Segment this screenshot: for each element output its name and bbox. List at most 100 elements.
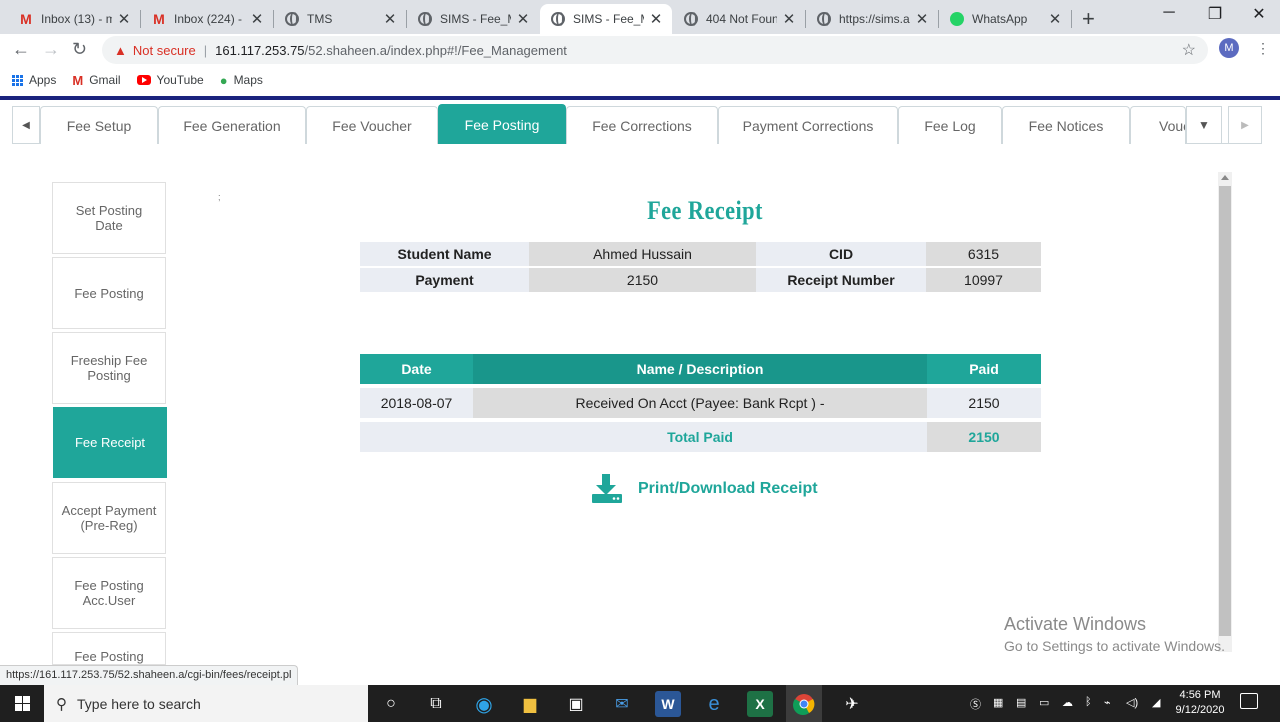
task-view-icon[interactable]: ⧉ bbox=[423, 691, 449, 717]
tab-fee-corrections[interactable]: Fee Corrections bbox=[566, 106, 718, 144]
start-button[interactable] bbox=[0, 685, 44, 722]
word-icon[interactable]: W bbox=[655, 691, 681, 717]
browser-tab[interactable]: SIMS - Fee_Ma ✕ bbox=[407, 4, 539, 34]
window-close-icon[interactable]: ✕ bbox=[1236, 4, 1280, 24]
browser-tab[interactable]: https://sims.ar ✕ bbox=[806, 4, 938, 34]
taskbar-search[interactable]: ⚲ Type here to search bbox=[44, 685, 368, 722]
tab-fee-notices[interactable]: Fee Notices bbox=[1002, 106, 1130, 144]
wifi-icon[interactable]: ◢ bbox=[1152, 696, 1160, 709]
close-icon[interactable]: ✕ bbox=[648, 10, 664, 28]
bookmark-star-icon[interactable]: ☆ bbox=[1182, 40, 1196, 60]
minimize-icon[interactable]: ─ bbox=[1146, 4, 1192, 22]
bookmark-apps[interactable]: Apps bbox=[12, 73, 56, 87]
restore-icon[interactable]: ❐ bbox=[1192, 4, 1238, 24]
browser-tab-title: https://sims.ar bbox=[839, 12, 910, 26]
browser-tab-active[interactable]: SIMS - Fee_Ma ✕ bbox=[540, 4, 672, 34]
table-row: 2018-08-07 Received On Acct (Payee: Bank… bbox=[360, 388, 1041, 418]
tab-scroll-left-icon[interactable]: ◀ bbox=[12, 106, 40, 144]
sidebar-item-fee-receipt[interactable]: Fee Receipt bbox=[53, 407, 167, 478]
print-download-label: Print/Download Receipt bbox=[638, 480, 818, 497]
sidebar-item-accept-payment[interactable]: Accept Payment (Pre-Reg) bbox=[52, 482, 166, 554]
student-name-value: Ahmed Hussain bbox=[529, 242, 756, 266]
table-row: Student Name Ahmed Hussain CID 6315 bbox=[360, 242, 1041, 266]
sidebar-item-fee-posting-2[interactable]: Fee Posting bbox=[52, 632, 166, 665]
sidebar-item-fee-posting[interactable]: Fee Posting bbox=[52, 257, 166, 329]
globe-icon bbox=[683, 11, 699, 27]
table-header-row: Date Name / Description Paid bbox=[360, 354, 1041, 384]
bluetooth-icon[interactable]: ᛒ bbox=[1085, 696, 1092, 708]
browser-tab[interactable]: 404 Not Found ✕ bbox=[673, 4, 805, 34]
sidebar-item-set-posting-date[interactable]: Set Posting Date bbox=[52, 182, 166, 254]
print-download-receipt-link[interactable]: Print/Download Receipt bbox=[590, 474, 818, 504]
youtube-icon bbox=[136, 75, 151, 85]
tabs-dropdown-caret-icon[interactable]: ▼ bbox=[1186, 106, 1222, 144]
tab-fee-voucher[interactable]: Fee Voucher bbox=[306, 106, 438, 144]
profile-avatar[interactable]: M bbox=[1219, 38, 1239, 58]
apps-grid-icon bbox=[12, 74, 23, 86]
browser-tab[interactable]: WhatsApp ✕ bbox=[939, 4, 1071, 34]
browser-tab[interactable]: M Inbox (13) - m ✕ bbox=[8, 4, 140, 34]
tab-fee-posting[interactable]: Fee Posting bbox=[438, 104, 566, 144]
forward-arrow-icon[interactable]: → bbox=[42, 39, 60, 60]
tab-fee-generation[interactable]: Fee Generation bbox=[158, 106, 306, 144]
gmail-icon: M bbox=[153, 11, 165, 27]
chrome-icon[interactable] bbox=[786, 685, 822, 722]
clock-time: 4:56 PM bbox=[1179, 689, 1221, 701]
bookmark-label: YouTube bbox=[156, 73, 204, 87]
sidebar-item-freeship-fee-posting[interactable]: Freeship Fee Posting bbox=[52, 332, 166, 404]
column-header-paid: Paid bbox=[927, 354, 1041, 384]
internet-explorer-icon[interactable]: e bbox=[701, 691, 727, 717]
reload-icon[interactable]: ↻ bbox=[72, 39, 87, 60]
tray-app-icon[interactable]: ▭ bbox=[1039, 696, 1049, 709]
bookmark-youtube[interactable]: YouTube bbox=[136, 73, 204, 87]
close-icon[interactable]: ✕ bbox=[1047, 10, 1063, 28]
browser-tab-title: TMS bbox=[307, 12, 333, 26]
tab-fee-log[interactable]: Fee Log bbox=[898, 106, 1002, 144]
close-icon[interactable]: ✕ bbox=[249, 10, 265, 28]
bookmark-gmail[interactable]: M Gmail bbox=[72, 73, 120, 88]
store-icon[interactable]: ▣ bbox=[563, 691, 589, 717]
tab-fee-setup[interactable]: Fee Setup bbox=[40, 106, 158, 144]
tab-scroll-right-icon[interactable]: ▶ bbox=[1228, 106, 1262, 144]
cortana-icon[interactable]: ○ bbox=[378, 691, 404, 717]
volume-icon[interactable]: ◁) bbox=[1126, 696, 1138, 709]
transactions-table: Date Name / Description Paid 2018-08-07 … bbox=[360, 350, 1041, 456]
browser-tab-title: WhatsApp bbox=[972, 12, 1028, 26]
tray-app-icon[interactable]: Ⓢ bbox=[970, 696, 981, 712]
app-pinned-icon[interactable]: ✈ bbox=[839, 691, 865, 717]
new-tab-plus-icon[interactable]: + bbox=[1082, 6, 1095, 32]
receipt-info-table: Student Name Ahmed Hussain CID 6315 Paym… bbox=[360, 240, 1041, 294]
browser-tab[interactable]: TMS ✕ bbox=[274, 4, 406, 34]
close-icon[interactable]: ✕ bbox=[116, 10, 132, 28]
address-bar[interactable]: ▲ Not secure | 161.117.253.75/52.shaheen… bbox=[102, 36, 1208, 64]
close-icon[interactable]: ✕ bbox=[515, 10, 531, 28]
browser-tab-title: 404 Not Found bbox=[706, 12, 777, 26]
excel-icon[interactable]: X bbox=[747, 691, 773, 717]
sidebar-item-fee-posting-acc-user[interactable]: Fee Posting Acc.User bbox=[52, 557, 166, 629]
onedrive-icon[interactable]: ☁ bbox=[1062, 696, 1073, 709]
taskbar-clock[interactable]: 4:56 PM 9/12/2020 bbox=[1172, 688, 1228, 718]
back-arrow-icon[interactable]: ← bbox=[12, 39, 30, 60]
browser-tab-title: SIMS - Fee_Ma bbox=[440, 12, 511, 26]
scrollbar-thumb[interactable] bbox=[1219, 186, 1231, 636]
scroll-up-arrow-icon[interactable] bbox=[1221, 175, 1229, 180]
power-icon[interactable]: ⌁ bbox=[1104, 696, 1111, 709]
browser-menu-icon[interactable]: ⋮ bbox=[1256, 40, 1270, 57]
close-icon[interactable]: ✕ bbox=[382, 10, 398, 28]
bookmark-maps[interactable]: ● Maps bbox=[220, 73, 263, 88]
close-icon[interactable]: ✕ bbox=[914, 10, 930, 28]
tray-app-icon[interactable]: ▤ bbox=[1016, 696, 1026, 709]
status-bar-url: https://161.117.253.75/52.shaheen.a/cgi-… bbox=[0, 665, 299, 685]
action-center-icon[interactable] bbox=[1240, 693, 1258, 709]
security-indicator[interactable]: Not secure bbox=[133, 43, 196, 58]
edge-icon[interactable]: ◉ bbox=[471, 691, 497, 717]
content-scrollbar[interactable] bbox=[1218, 172, 1232, 652]
tab-vouchers[interactable]: Vouc bbox=[1130, 106, 1186, 144]
file-explorer-icon[interactable]: ▆ bbox=[517, 691, 543, 717]
browser-tab[interactable]: M Inbox (224) - c ✕ bbox=[141, 4, 273, 34]
tab-payment-corrections[interactable]: Payment Corrections bbox=[718, 106, 898, 144]
mail-icon[interactable]: ✉ bbox=[609, 691, 635, 717]
receipt-number-label: Receipt Number bbox=[756, 268, 926, 292]
close-icon[interactable]: ✕ bbox=[781, 10, 797, 28]
tray-app-icon[interactable]: ▦ bbox=[993, 696, 1003, 709]
